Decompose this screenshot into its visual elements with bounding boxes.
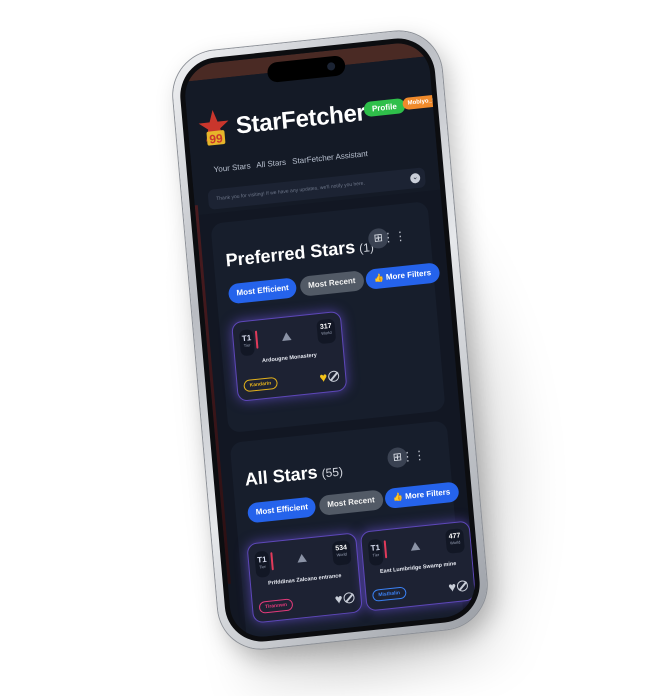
mountain-icon: ⛰ <box>296 550 308 566</box>
profile-button[interactable]: Profile <box>363 97 406 118</box>
camera-icon <box>326 62 336 71</box>
all-stars-section: All Stars (55) ⊞ ⋮⋮ Most Efficient Most R… <box>229 420 477 640</box>
tier-bar <box>270 552 274 571</box>
nav-assistant[interactable]: StarFetcher Assistant <box>292 149 368 166</box>
nav-all-stars[interactable]: All Stars <box>256 158 286 170</box>
list-view-icon[interactable]: ⋮⋮ <box>401 447 426 465</box>
star-card[interactable]: T1 Tier ⛰ 477 World East Lumbridge Swamp m… <box>359 520 477 612</box>
sort-most-efficient-button[interactable]: Most Efficient <box>246 496 317 524</box>
user-button[interactable]: Mobiyo_fr <box>402 94 442 111</box>
more-filters-label: More Filters <box>404 487 451 501</box>
star-logo-icon: 99 <box>198 110 229 147</box>
notice-text: Thank you for visiting! If we have any u… <box>216 180 366 203</box>
app-title: StarFetcher <box>234 99 367 140</box>
region-tag: Misthalin <box>371 586 407 602</box>
phone-screen: 99 StarFetcher Profile Mobiyo_fr Your St… <box>182 40 478 640</box>
list-view-icon[interactable]: ⋮⋮ <box>382 228 407 246</box>
nav-your-stars[interactable]: Your Stars <box>213 161 251 174</box>
hide-icon[interactable] <box>343 591 355 604</box>
preferred-title: Preferred Stars (1) <box>225 235 375 271</box>
world-badge: 477 World <box>444 528 465 554</box>
phone-bezel: 99 StarFetcher Profile Mobiyo_fr Your St… <box>177 34 483 646</box>
heart-icon[interactable]: ♥ <box>334 591 343 607</box>
all-title: All Stars (55) <box>244 459 344 490</box>
tier-badge: T1 Tier <box>367 538 384 567</box>
world-badge: 317 World <box>316 318 337 345</box>
chevron-down-icon[interactable]: ⌄ <box>409 172 421 184</box>
tier-bar <box>254 330 259 349</box>
tier-bar <box>383 540 388 559</box>
star-card[interactable]: T1 Tier ⛰ 534 World Prifddinas Zalcano ent… <box>246 532 363 624</box>
tier-badge: T1 Tier <box>238 329 256 357</box>
mountain-icon: ⛰ <box>280 329 293 345</box>
more-filters-label: More Filters <box>385 268 432 282</box>
notice-bar[interactable]: Thank you for visiting! If we have any u… <box>207 167 427 210</box>
mountain-icon: ⛰ <box>409 538 421 554</box>
preferred-stars-section: Preferred Stars (1) ⊞ ⋮⋮ Most Efficient M… <box>210 201 446 434</box>
sort-most-efficient-button[interactable]: Most Efficient <box>227 277 298 305</box>
phone-frame: 99 StarFetcher Profile Mobiyo_fr Your St… <box>169 27 491 653</box>
heart-icon[interactable]: ♥ <box>319 370 328 386</box>
region-tag: Tirannwn <box>258 598 294 614</box>
more-filters-button[interactable]: 👍 More Filters <box>365 262 440 290</box>
hide-icon[interactable] <box>327 370 340 383</box>
main-nav: Your Stars All Stars StarFetcher Assista… <box>213 149 372 174</box>
logo-number: 99 <box>209 131 224 146</box>
hide-icon[interactable] <box>456 579 469 593</box>
sort-most-recent-button[interactable]: Most Recent <box>318 489 384 516</box>
tier-badge: T1 Tier <box>254 550 271 578</box>
more-filters-button[interactable]: 👍 More Filters <box>384 481 460 510</box>
preferred-title-text: Preferred Stars <box>224 236 356 271</box>
world-badge: 534 World <box>331 540 352 566</box>
region-tag: Kandarin <box>243 376 278 393</box>
app-header: 99 StarFetcher Profile Mobiyo_fr Your St… <box>183 56 442 216</box>
star-card[interactable]: T1 Tier ⛰ 317 World Ardougne Monastery Kan… <box>231 310 348 402</box>
all-title-text: All Stars <box>243 462 319 490</box>
sort-most-recent-button[interactable]: Most Recent <box>299 270 365 297</box>
all-count: (55) <box>321 464 344 481</box>
heart-icon[interactable]: ♥ <box>448 579 457 595</box>
